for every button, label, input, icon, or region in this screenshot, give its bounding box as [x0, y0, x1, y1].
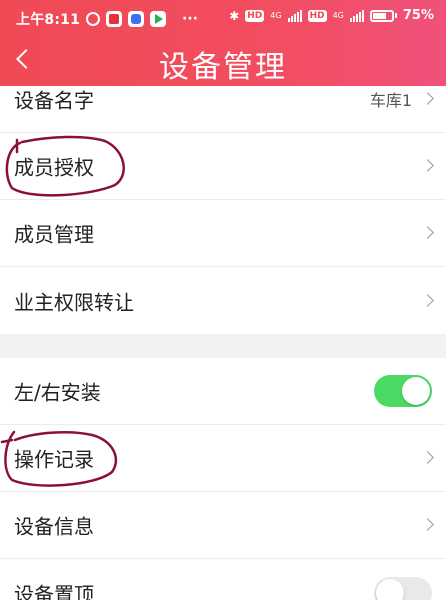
- row-member-authorization[interactable]: 成员授权: [0, 133, 446, 200]
- section-divider: [0, 334, 446, 358]
- settings-list[interactable]: 设备名字 车库1 成员授权 成员管理 业主权限转让 左/右安装 操作记录 设备信…: [0, 86, 446, 600]
- row-operation-log[interactable]: 操作记录: [0, 425, 446, 492]
- more-notifications-icon: ···: [182, 11, 198, 27]
- chevron-right-icon: [421, 518, 434, 531]
- network-type: 4G: [332, 11, 344, 20]
- status-bar: 上午8:11 ··· ✱ HD 4G HD 4G 75%: [0, 0, 446, 36]
- row-owner-transfer[interactable]: 业主权限转让: [0, 267, 446, 334]
- row-label: 左/右安装: [14, 380, 101, 405]
- chevron-right-icon: [421, 226, 434, 239]
- row-pin-device[interactable]: 设备置顶: [0, 559, 446, 600]
- row-label: 成员授权: [14, 155, 94, 180]
- row-label: 设备信息: [14, 514, 94, 539]
- signal-icon: [349, 9, 364, 22]
- row-member-management[interactable]: 成员管理: [0, 200, 446, 267]
- row-label: 成员管理: [14, 222, 94, 247]
- app-notification-icon: [128, 11, 145, 27]
- chevron-right-icon: [421, 92, 434, 105]
- signal-icon: [287, 9, 302, 22]
- toggle-knob: [376, 578, 404, 600]
- pin-device-toggle[interactable]: [374, 576, 432, 600]
- play-store-icon: [150, 11, 167, 27]
- row-value: 车库1: [369, 91, 412, 110]
- row-device-info[interactable]: 设备信息: [0, 492, 446, 559]
- title-bar: 设备管理: [0, 36, 446, 86]
- status-time: 上午8:11: [16, 12, 81, 28]
- row-label: 操作记录: [14, 447, 94, 472]
- settings-group-device: 设备名字 车库1 成员授权 成员管理 业主权限转让: [0, 86, 446, 334]
- row-label: 设备置顶: [14, 582, 94, 600]
- row-device-name[interactable]: 设备名字 车库1: [0, 86, 446, 133]
- install-side-toggle[interactable]: [374, 375, 432, 407]
- row-label: 设备名字: [14, 88, 94, 113]
- hd-badge: HD: [307, 9, 327, 22]
- battery-icon: [369, 9, 397, 22]
- settings-group-options: 左/右安装 操作记录 设备信息 设备置顶: [0, 358, 446, 600]
- chevron-right-icon: [421, 293, 434, 307]
- battery-percent: 75%: [402, 8, 434, 23]
- bluetooth-icon: ✱: [229, 8, 240, 23]
- chevron-right-icon: [421, 451, 434, 464]
- row-label: 业主权限转让: [14, 290, 134, 314]
- toggle-knob: [402, 377, 430, 405]
- row-left-right-install[interactable]: 左/右安装: [0, 358, 446, 425]
- network-type: 4G: [270, 11, 282, 20]
- app-notification-icon: [106, 11, 123, 27]
- chevron-right-icon: [421, 159, 434, 172]
- hd-badge: HD: [245, 9, 265, 22]
- alarm-icon: [86, 12, 101, 26]
- page-title: 设备管理: [159, 50, 287, 85]
- app-header: 上午8:11 ··· ✱ HD 4G HD 4G 75% 设备管理: [0, 0, 446, 86]
